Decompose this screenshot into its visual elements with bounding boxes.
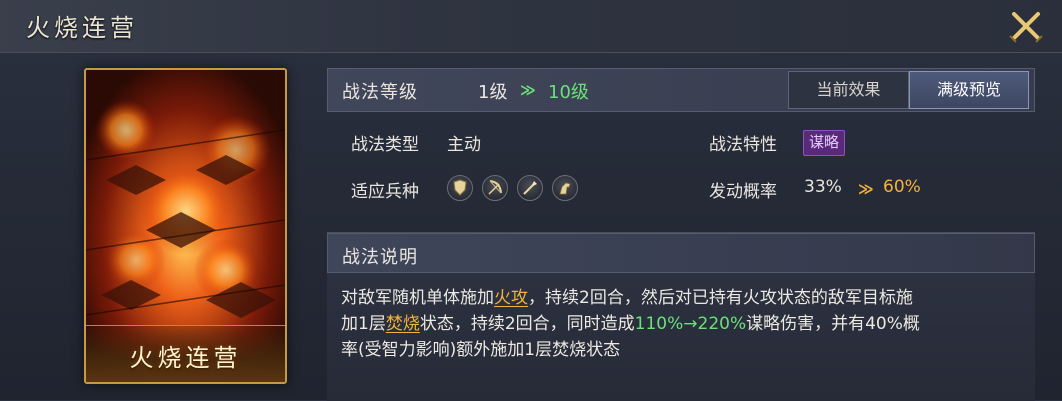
skill-trait-label: 战法特性 [709,135,777,155]
card-name-plate: 火烧连营 [86,325,285,382]
skill-trait-badge: 谋略 [803,130,846,156]
tab-max-level-preview[interactable]: 满级预览 [909,71,1029,109]
description-panel: 战法说明 对敌军随机单体施加火攻，持续2回合，然后对已持有火攻状态的敌军目标施加… [327,232,1035,401]
bow-icon [482,175,508,201]
burn-keyword[interactable]: 焚烧 [386,314,420,334]
description-title: 战法说明 [342,247,418,268]
window-title: 火烧连营 [26,14,138,42]
skill-type-value: 主动 [447,135,481,155]
card-name: 火烧连营 [129,344,242,372]
description-header: 战法说明 [327,233,1035,273]
skill-level-max: 10级 [548,82,589,103]
shield-icon [447,175,473,201]
fire-attack-keyword[interactable]: 火攻 [494,288,528,308]
skill-card: 火烧连营 [84,68,287,384]
skill-level-current: 1级 [478,82,508,103]
tab-current-effect[interactable]: 当前效果 [788,71,909,109]
close-icon[interactable] [1004,6,1048,46]
description-text: 对敌军随机单体施加火攻，持续2回合，然后对已持有火攻状态的敌军目标施加1层焚烧状… [341,285,1031,363]
skill-level-row: 战法等级 1级 ≫ 10级 当前效果 满级预览 [327,68,1035,112]
desc-seg4: 状态，持续2回合，同时造成 [419,314,635,334]
chance-arrow-icon: ≫ [858,180,874,198]
desc-seg2: ，持续2回合，然后对已持有火攻状态的敌军目标施 [528,288,913,308]
horse-icon [552,175,578,201]
desc-seg6: 率(受智力影响)额外施加1层焚烧状态 [341,340,621,360]
desc-seg1: 对敌军随机单体施加 [341,288,494,308]
skill-type-label: 战法类型 [351,135,419,155]
trigger-chance-current: 33% [804,177,842,197]
trigger-chance-max: 60% [883,177,921,197]
desc-seg5: 谋略伤害，并有40%概 [746,314,920,334]
title-bar: 火烧连营 [0,0,1062,53]
trigger-chance-label: 发动概率 [709,182,777,202]
damage-rate: 110%→220% [634,314,747,334]
skill-level-label: 战法等级 [342,82,418,103]
spear-icon [517,175,543,201]
unit-types-label: 适应兵种 [351,182,419,202]
desc-seg3: 加1层 [341,314,386,334]
level-arrow-icon: ≫ [520,81,536,99]
